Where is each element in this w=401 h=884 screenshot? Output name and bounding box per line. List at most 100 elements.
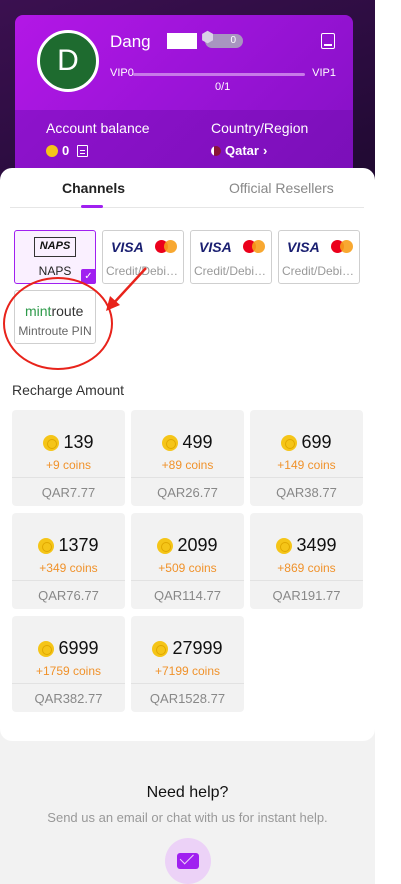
payment-method-label: Credit/Debit Card [194,264,271,278]
profile-card: D Dang ⬢ 0 VIP0 VIP1 0/1 [15,15,353,110]
mastercard-icon [155,240,177,253]
country-selector[interactable]: Qatar › [211,143,267,158]
package-coin-amount: 699 [301,432,332,452]
help-subtitle: Send us an email or chat with us for ins… [47,810,328,825]
package-bonus: +509 coins [158,561,217,575]
vip-progress-text: 0/1 [215,81,231,93]
visa-logo: VISA [287,239,320,255]
package-coin-amount: 3499 [296,535,337,555]
level-badge: ⬢ 0 [201,30,243,48]
package-divider [250,477,363,478]
recharge-amount-title: Recharge Amount [12,382,125,398]
package-bonus: +9 coins [45,458,92,472]
package-coins: 699 [250,432,363,453]
package-bonus: +7199 coins [154,664,221,678]
coin-icon [152,640,169,657]
coin-icon [157,537,174,554]
recharge-package-card[interactable]: 6999 +1759 coins QAR382.77 [12,616,125,712]
package-divider [131,683,244,684]
qatar-flag-icon [211,145,221,156]
mail-icon [177,853,199,869]
tab-bar: Channels Official Resellers [10,168,364,208]
package-divider [250,580,363,581]
annotation-circle [3,277,113,370]
gem-icon: ⬢ [201,29,215,46]
payment-method-naps[interactable]: NAPS NAPS ✓ [14,230,96,284]
balance-label: Account balance [46,120,150,136]
level-value: 0 [230,35,236,46]
coin-icon [162,434,179,451]
username: Dang [110,32,151,51]
vip-current-level: VIP0 [110,67,134,79]
header-background: D Dang ⬢ 0 VIP0 VIP1 0/1 Account balance… [0,0,375,190]
package-price: QAR7.77 [41,485,96,500]
package-coin-amount: 27999 [172,638,223,658]
package-bonus: +1759 coins [35,664,102,678]
package-price: QAR76.77 [38,588,99,603]
visa-logo: VISA [199,239,232,255]
package-divider [131,580,244,581]
package-price: QAR38.77 [276,485,337,500]
app-root: D Dang ⬢ 0 VIP0 VIP1 0/1 Account balance… [0,0,375,884]
payment-method-card[interactable]: VISA Credit/Debit Card [190,230,272,284]
package-bonus: +149 coins [277,458,336,472]
package-price: QAR26.77 [157,485,218,500]
username-redaction [167,33,197,49]
phone-icon[interactable] [321,33,335,49]
package-coins: 1379 [12,535,125,556]
package-coin-amount: 6999 [58,638,99,658]
mastercard-icon [243,240,265,253]
coin-icon [38,640,55,657]
package-bonus: +89 coins [161,458,214,472]
package-price: QAR114.77 [154,588,221,603]
package-coins: 499 [131,432,244,453]
balance-value-row[interactable]: 0 [46,143,89,158]
package-divider [12,683,125,684]
chevron-right-icon: › [262,143,268,158]
coin-icon [276,537,293,554]
recharge-package-card[interactable]: 27999 +7199 coins QAR1528.77 [131,616,244,712]
email-support-button[interactable] [165,838,211,884]
document-icon[interactable] [77,144,89,157]
visa-logo: VISA [111,239,144,255]
package-coin-amount: 2099 [177,535,218,555]
package-coin-amount: 1379 [58,535,99,555]
package-price: QAR191.77 [272,588,341,603]
coin-icon [38,537,55,554]
package-divider [12,477,125,478]
tab-active-indicator [81,205,103,208]
package-coins: 27999 [131,638,244,659]
avatar[interactable]: D [37,30,99,92]
recharge-package-card[interactable]: 1379 +349 coins QAR76.77 [12,513,125,609]
recharge-package-card[interactable]: 3499 +869 coins QAR191.77 [250,513,363,609]
vip-progress-bar [133,73,305,76]
payment-method-label: Credit/Debit Card [282,264,359,278]
recharge-package-card[interactable]: 139 +9 coins QAR7.77 [12,410,125,506]
annotation-arrow-icon [106,267,147,311]
coin-icon [281,434,298,451]
package-coin-amount: 499 [182,432,213,452]
payment-method-card[interactable]: VISA Credit/Debit Card [278,230,360,284]
recharge-package-card[interactable]: 2099 +509 coins QAR114.77 [131,513,244,609]
coin-icon [46,144,58,157]
balance-value: 0 [62,143,70,158]
package-bonus: +869 coins [277,561,336,575]
package-divider [131,477,244,478]
recharge-package-card[interactable]: 499 +89 coins QAR26.77 [131,410,244,506]
package-price: QAR1528.77 [149,691,226,706]
naps-logo: NAPS [34,237,76,257]
package-coins: 3499 [250,535,363,556]
country-label: Country/Region [211,120,309,136]
package-coins: 6999 [12,638,125,659]
package-price: QAR382.77 [34,691,103,706]
package-bonus: +349 coins [39,561,98,575]
mastercard-icon [331,240,353,253]
recharge-package-card[interactable]: 699 +149 coins QAR38.77 [250,410,363,506]
vip-next-level: VIP1 [312,67,336,79]
country-value: Qatar [225,143,259,158]
tab-channels[interactable]: Channels [62,180,125,196]
package-coins: 139 [12,432,125,453]
tab-official-resellers[interactable]: Official Resellers [229,180,334,196]
coin-icon [43,434,60,451]
package-divider [12,580,125,581]
